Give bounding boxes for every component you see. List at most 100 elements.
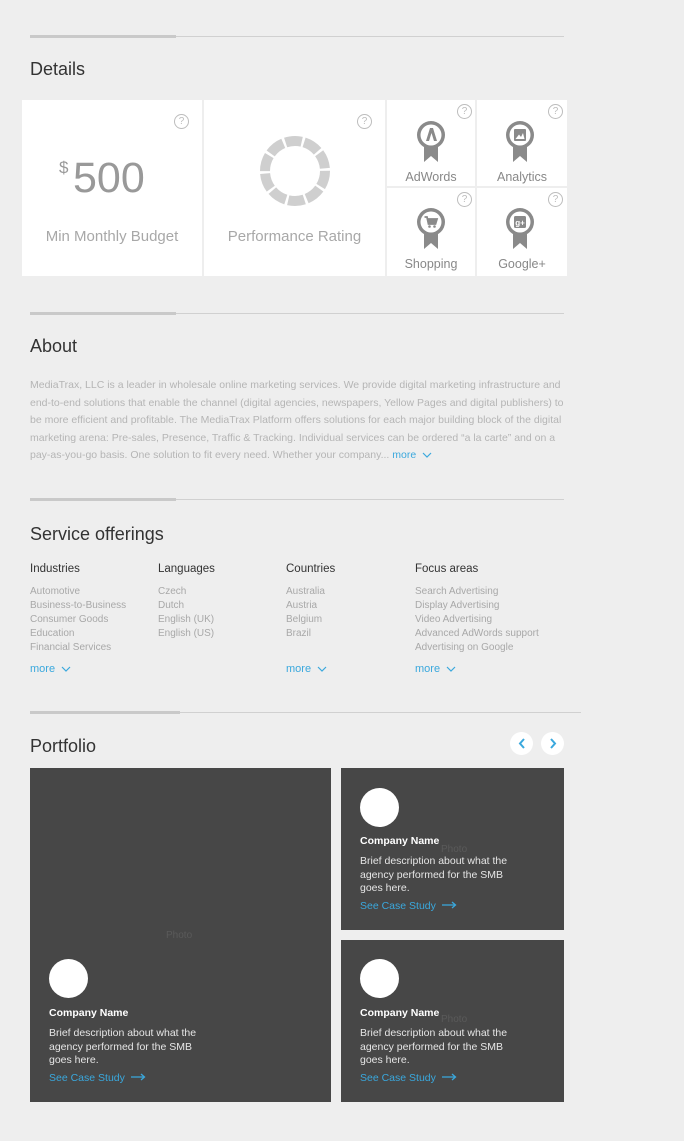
shopping-badge-icon	[417, 208, 445, 249]
chevron-down-icon[interactable]	[317, 666, 327, 672]
column-heading-languages: Languages	[158, 563, 215, 575]
details-divider	[30, 35, 564, 38]
list-item: Advertising on Google	[415, 642, 514, 653]
about-more-label[interactable]: more	[392, 449, 416, 461]
badge-card-adwords: ? AdWords	[387, 100, 475, 186]
photo-placeholder: Photo	[441, 1014, 468, 1025]
budget-amount: 500	[73, 154, 145, 202]
list-item: Display Advertising	[415, 600, 500, 611]
list-item: Dutch	[158, 600, 185, 611]
about-text: MediaTrax, LLC is a leader in wholesale …	[30, 377, 570, 465]
badge-label: Google+	[498, 257, 546, 271]
more-label[interactable]: more	[415, 663, 440, 675]
help-icon[interactable]: ?	[457, 192, 472, 207]
prev-button[interactable]	[510, 732, 533, 755]
more-label[interactable]: more	[286, 663, 311, 675]
budget-label: Min Monthly Budget	[45, 228, 179, 245]
see-case-study-link[interactable]: See Case Study	[49, 1072, 146, 1084]
photo-placeholder: Photo	[441, 844, 468, 855]
column-heading-industries: Industries	[30, 563, 80, 575]
see-case-study-link[interactable]: See Case Study	[360, 900, 457, 912]
column-heading-countries: Countries	[286, 563, 336, 575]
list-item: Czech	[158, 586, 187, 597]
help-icon[interactable]: ?	[357, 114, 372, 129]
industries-list: Automotive Business-to-Business Consumer…	[30, 585, 126, 655]
see-case-study-link[interactable]: See Case Study	[360, 1072, 457, 1084]
arrow-right-icon[interactable]	[441, 1073, 457, 1081]
company-name: Company Name	[49, 1007, 129, 1019]
list-item: Belgium	[286, 614, 323, 625]
chevron-down-icon[interactable]	[446, 666, 456, 672]
portfolio-tile[interactable]: Photo Company Name Brief description abo…	[30, 768, 331, 1102]
list-item: Advanced AdWords support	[415, 628, 539, 639]
arrow-right-icon[interactable]	[441, 901, 457, 909]
countries-list: Australia Austria Belgium Brazil	[286, 585, 325, 641]
services-divider	[30, 498, 564, 501]
about-more-link[interactable]: more	[392, 449, 432, 461]
focus-areas-more-link[interactable]: more	[415, 663, 456, 675]
services-title: Service offerings	[30, 524, 164, 544]
countries-more-link[interactable]: more	[286, 663, 327, 675]
languages-list: Czech Dutch English (UK) English (US)	[158, 585, 214, 641]
performance-ring-icon	[260, 136, 330, 206]
details-title: Details	[30, 59, 86, 79]
industries-more-link[interactable]: more	[30, 663, 71, 675]
company-name: Company Name	[360, 835, 440, 847]
help-icon[interactable]: ?	[457, 104, 472, 119]
chevron-down-icon[interactable]	[61, 666, 71, 672]
portfolio-tile[interactable]: Photo Company Name Brief description abo…	[341, 940, 564, 1102]
list-item: Austria	[286, 600, 318, 611]
portfolio-title: Portfolio	[30, 736, 97, 756]
list-item: Business-to-Business	[30, 600, 127, 611]
case-description: Brief description about what the agency …	[360, 1027, 508, 1066]
list-item: Automotive	[30, 586, 81, 597]
help-icon[interactable]: ?	[174, 114, 189, 129]
case-study-label[interactable]: See Case Study	[360, 900, 436, 912]
company-name: Company Name	[360, 1007, 440, 1019]
avatar	[49, 959, 88, 998]
avatar	[360, 959, 399, 998]
list-item: Australia	[286, 586, 325, 597]
list-item: English (US)	[158, 628, 215, 639]
help-icon[interactable]: ?	[548, 192, 563, 207]
chevron-left-icon[interactable]	[518, 738, 526, 749]
portfolio-divider	[30, 711, 581, 714]
about-title: About	[30, 336, 78, 356]
photo-placeholder: Photo	[166, 930, 193, 941]
analytics-badge-icon	[506, 121, 534, 162]
focus-areas-list: Search Advertising Display Advertising V…	[415, 585, 539, 655]
next-button[interactable]	[541, 732, 564, 755]
badge-card-google-plus: ? g+ Google+	[477, 188, 567, 276]
budget-currency: $	[59, 158, 69, 177]
case-study-label[interactable]: See Case Study	[360, 1072, 436, 1084]
list-item: Financial Services	[30, 642, 112, 653]
case-description: Brief description about what the agency …	[49, 1027, 197, 1066]
google-plus-badge-icon: g+	[506, 208, 534, 249]
arrow-right-icon[interactable]	[130, 1073, 146, 1081]
performance-card: ? Performance Rating	[204, 100, 385, 276]
list-item: Education	[30, 628, 75, 639]
list-item: Brazil	[286, 628, 312, 639]
list-item: Consumer Goods	[30, 614, 109, 625]
more-label[interactable]: more	[30, 663, 55, 675]
about-divider	[30, 312, 564, 315]
case-study-label[interactable]: See Case Study	[49, 1072, 125, 1084]
list-item: Video Advertising	[415, 614, 493, 625]
budget-card: ? $ 500 Min Monthly Budget	[22, 100, 202, 276]
chevron-right-icon[interactable]	[549, 738, 557, 749]
badge-card-shopping: ? Shopping	[387, 188, 475, 276]
adwords-badge-icon	[417, 121, 445, 162]
badge-label: Analytics	[496, 170, 548, 184]
case-description: Brief description about what the agency …	[360, 855, 508, 894]
list-item: English (UK)	[158, 614, 215, 625]
badge-label: AdWords	[405, 170, 457, 184]
svg-text:g+: g+	[515, 219, 525, 228]
chevron-down-icon[interactable]	[422, 452, 432, 458]
badge-card-analytics: ? Analytics	[477, 100, 567, 186]
badge-label: Shopping	[404, 257, 458, 271]
portfolio-tile[interactable]: Photo Company Name Brief description abo…	[341, 768, 564, 930]
avatar	[360, 788, 399, 827]
column-heading-focus-areas: Focus areas	[415, 563, 479, 575]
help-icon[interactable]: ?	[548, 104, 563, 119]
list-item: Search Advertising	[415, 586, 499, 597]
